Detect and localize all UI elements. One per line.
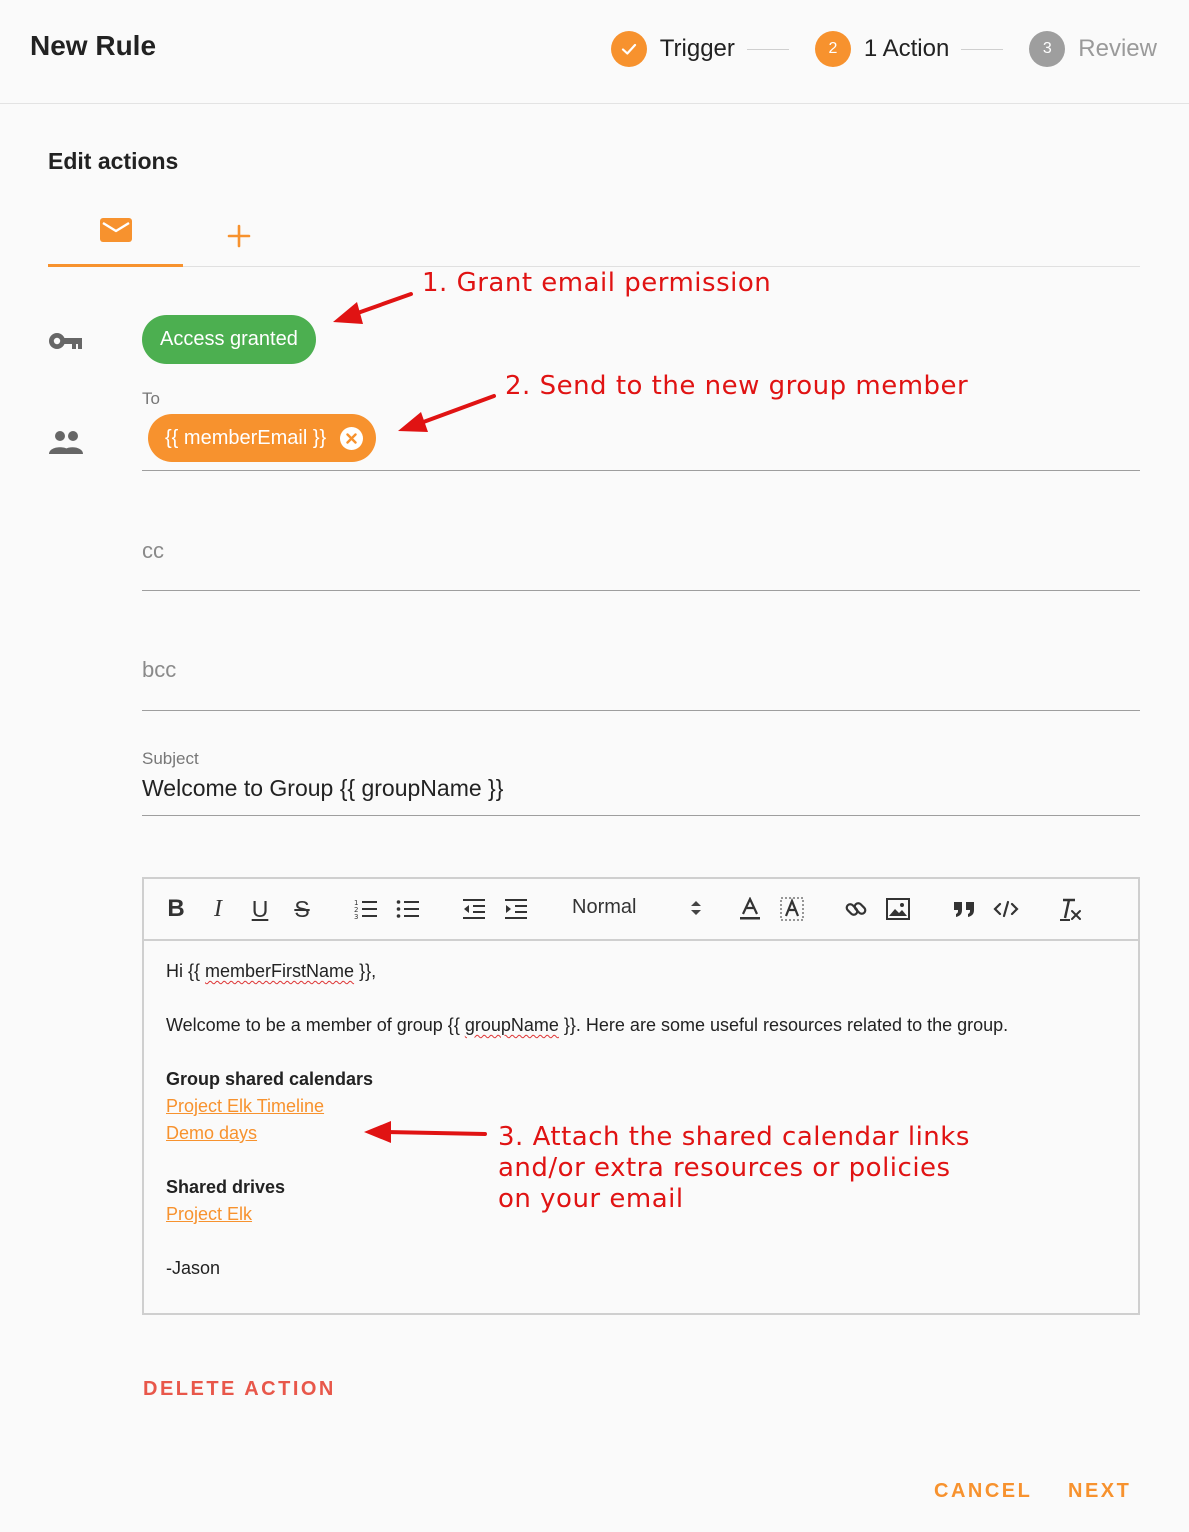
remove-recipient-button[interactable]: [340, 426, 364, 450]
editor-toolbar: B I U S 123 Normal: [144, 879, 1138, 941]
step-number: 3: [1029, 31, 1066, 67]
subject-label: Subject: [142, 749, 199, 768]
code-block-icon[interactable]: [992, 895, 1020, 923]
greeting-line: Hi {{ memberFirstName }},: [166, 961, 377, 981]
calendars-heading: Group shared calendars: [166, 1069, 374, 1089]
step-trigger[interactable]: Trigger: [610, 31, 735, 67]
step-label: Trigger: [659, 35, 735, 62]
action-tabs: [48, 205, 1140, 267]
select-arrows-icon: [690, 898, 702, 924]
add-action-button[interactable]: [220, 217, 258, 255]
ordered-list-icon[interactable]: 123: [352, 895, 380, 923]
drives-heading: Shared drives: [166, 1177, 286, 1197]
delete-action-button[interactable]: DELETE ACTION: [143, 1378, 336, 1401]
people-icon: [48, 428, 84, 461]
annotation-2: 2. Send to the new group member: [505, 371, 969, 401]
page-title: New Rule: [30, 30, 157, 61]
annotation-3: 3. Attach the shared calendar links and/o…: [498, 1122, 970, 1214]
step-connector: [961, 48, 1004, 50]
to-field-underline: [142, 470, 1140, 471]
blockquote-icon[interactable]: [950, 895, 978, 923]
cancel-button[interactable]: CANCEL: [934, 1480, 1032, 1503]
arrow-icon: [398, 394, 496, 432]
bold-icon[interactable]: B: [162, 895, 190, 923]
signature: -Jason: [166, 1258, 221, 1278]
clear-format-icon[interactable]: [1056, 895, 1084, 923]
arrow-icon: [333, 292, 413, 324]
text-size-select[interactable]: Normal: [572, 896, 702, 924]
calendar-link[interactable]: Project Elk Timeline: [166, 1096, 324, 1117]
subject-input[interactable]: Welcome to Group {{ groupName }}: [142, 775, 503, 802]
step-label: 1 Action: [863, 35, 950, 62]
outdent-icon[interactable]: [460, 895, 488, 923]
welcome-line: Welcome to be a member of group {{ group…: [166, 1015, 1009, 1035]
calendar-link[interactable]: Demo days: [166, 1123, 257, 1144]
recipient-chip-label: {{ memberEmail }}: [165, 426, 327, 449]
cc-field-underline: [142, 590, 1140, 591]
text-color-icon[interactable]: [736, 895, 764, 923]
step-review[interactable]: 3 Review: [1029, 31, 1157, 67]
header: New Rule Trigger 2 1 Action 3 Review: [0, 0, 1189, 104]
mail-icon: [99, 218, 132, 242]
cc-input[interactable]: cc: [142, 538, 164, 564]
step-number: 2: [814, 31, 851, 67]
check-icon: [610, 31, 647, 67]
plus-icon: [227, 224, 251, 248]
email-body-editor: B I U S 123 Normal Hi {{memberFirstName…: [142, 877, 1140, 1315]
underline-icon[interactable]: U: [246, 895, 274, 923]
link-icon[interactable]: [842, 895, 870, 923]
section-title: Edit actions: [48, 148, 179, 174]
annotation-1: 1. Grant email permission: [422, 268, 772, 298]
text-size-value: Normal: [572, 896, 637, 918]
tab-email-action[interactable]: [48, 205, 183, 267]
drive-link[interactable]: Project Elk: [166, 1204, 252, 1225]
subject-field-underline: [142, 815, 1140, 816]
step-connector: [746, 48, 789, 50]
next-button[interactable]: NEXT: [1068, 1480, 1131, 1503]
highlight-color-icon[interactable]: [778, 895, 806, 923]
strikethrough-icon[interactable]: S: [288, 895, 316, 923]
to-label: To: [142, 389, 160, 408]
indent-icon[interactable]: [502, 895, 530, 923]
bullet-list-icon[interactable]: [394, 895, 422, 923]
italic-icon[interactable]: I: [204, 895, 232, 923]
bcc-input[interactable]: bcc: [142, 657, 176, 683]
step-label: Review: [1078, 35, 1157, 62]
image-icon[interactable]: [884, 895, 912, 923]
svg-text:3: 3: [354, 913, 358, 920]
stepper: Trigger 2 1 Action 3 Review: [610, 30, 1157, 68]
key-icon: [48, 328, 84, 359]
recipient-chip[interactable]: {{ memberEmail }}: [148, 414, 377, 462]
access-granted-chip[interactable]: Access granted: [142, 315, 316, 364]
step-action[interactable]: 2 1 Action: [814, 31, 950, 67]
bcc-field-underline: [142, 710, 1140, 711]
close-icon: [346, 432, 357, 444]
